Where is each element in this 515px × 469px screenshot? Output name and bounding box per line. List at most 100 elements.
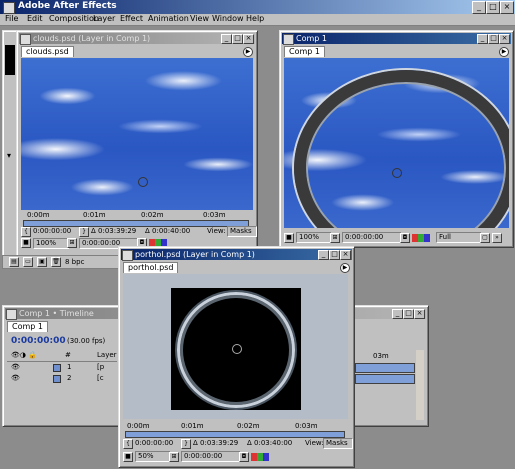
tab-comp-1[interactable]: Comp 1	[284, 46, 325, 57]
current-time-field[interactable]: 0:00:00:00	[181, 451, 241, 462]
clouds-layer-window[interactable]: clouds.psd (Layer in Comp 1) _ □ × cloud…	[16, 30, 258, 258]
window-icon	[20, 34, 31, 45]
bit-depth-label[interactable]: 8 bpc	[65, 258, 84, 266]
comp-maximize-button[interactable]: □	[488, 34, 499, 44]
view-label: View:	[305, 439, 324, 447]
set-in-point-icon[interactable]: {	[21, 227, 31, 237]
zoom-select[interactable]: 100%	[296, 232, 332, 243]
snapshot-icon[interactable]: ◘	[239, 452, 249, 462]
porthole-layer-image	[171, 288, 301, 410]
zoom-select[interactable]: 100%	[33, 238, 69, 249]
menu-view[interactable]: View	[190, 14, 209, 23]
interpret-footage-icon[interactable]: ▤	[9, 257, 19, 267]
color-channels-icon[interactable]	[251, 453, 269, 461]
maximize-button[interactable]: □	[486, 1, 500, 14]
visibility-eye-icon[interactable]: 👁	[11, 374, 20, 382]
timeline-current-time[interactable]: 0:00:00:00	[11, 336, 66, 346]
layer-duration-bar[interactable]	[355, 374, 415, 384]
snapshot-icon[interactable]: ◘	[400, 233, 410, 243]
current-time-field[interactable]: 0:00:00:00	[342, 232, 402, 243]
new-comp-icon[interactable]: ▣	[37, 257, 47, 267]
porthole-layer-window[interactable]: porthol.psd (Layer in Comp 1) _ □ × port…	[118, 246, 355, 468]
new-folder-icon[interactable]: ▭	[23, 257, 33, 267]
menu-layer[interactable]: Layer	[93, 14, 115, 23]
timeline-minimize-button[interactable]: _	[392, 309, 403, 319]
panel-menu-arrow-icon[interactable]: ▶	[499, 47, 509, 57]
anchor-point-icon[interactable]	[138, 177, 148, 187]
set-out-point-icon[interactable]: }	[181, 439, 191, 449]
triangle-down-icon[interactable]: ▾	[7, 151, 11, 160]
view-label: View:	[207, 227, 226, 235]
color-channels-icon[interactable]	[412, 234, 430, 242]
close-button[interactable]: ×	[500, 1, 514, 14]
comp-minimize-button[interactable]: _	[477, 34, 488, 44]
table-row[interactable]: 👁 1 [p	[7, 362, 117, 372]
ruler-label: 0:01m	[83, 211, 106, 219]
porthole-viewer[interactable]	[123, 274, 348, 419]
region-of-interest-icon[interactable]: ⊞	[67, 238, 77, 248]
menu-animation[interactable]: Animation	[148, 14, 189, 23]
project-footer: ▤ ▭ ▣ 🗑 8 bpc	[2, 255, 122, 269]
visibility-eye-icon[interactable]: 👁	[11, 363, 20, 371]
layer-number: 1	[67, 363, 72, 371]
project-thumbnail	[5, 45, 15, 75]
timeline-close-button[interactable]: ×	[414, 309, 425, 319]
after-effects-app-icon	[3, 2, 15, 14]
comp-close-button[interactable]: ×	[499, 34, 510, 44]
always-preview-icon[interactable]: ■	[21, 238, 31, 248]
comp-window[interactable]: Comp 1 _ □ × Comp 1 ▶ ■ 100% ⊞ 0:00:00:0…	[279, 30, 514, 248]
work-area-bar[interactable]	[23, 220, 249, 227]
set-in-point-icon[interactable]: {	[123, 439, 133, 449]
menu-composition[interactable]: Composition	[49, 14, 99, 23]
tab-timeline-comp-1[interactable]: Comp 1	[7, 321, 48, 332]
layer-name[interactable]: [c	[97, 374, 104, 382]
region-of-interest-icon[interactable]: ⊞	[169, 452, 179, 462]
clouds-minimize-button[interactable]: _	[221, 34, 232, 44]
menu-bar: File Edit Composition Layer Effect Anima…	[0, 14, 515, 26]
layer-name[interactable]: [p	[97, 363, 104, 371]
app-title-bar: Adobe After Effects _ □ ×	[0, 0, 515, 14]
table-row[interactable]: 👁 2 [c	[7, 373, 117, 383]
in-point-time: 0:00:00:00	[135, 439, 174, 447]
ruler-label: 0:03m	[295, 422, 318, 430]
comp-viewer[interactable]	[284, 58, 509, 228]
anchor-point-icon[interactable]	[232, 344, 242, 354]
work-area-bar[interactable]	[125, 431, 345, 438]
panel-menu-arrow-icon[interactable]: ▶	[243, 47, 253, 57]
anchor-point-icon[interactable]	[392, 168, 402, 178]
camera-view-icon[interactable]: ▢	[480, 233, 490, 243]
fast-preview-icon[interactable]: »	[492, 233, 502, 243]
minimize-button[interactable]: _	[472, 1, 486, 14]
menu-edit[interactable]: Edit	[27, 14, 43, 23]
tab-porthole[interactable]: porthol.psd	[123, 262, 179, 273]
layer-label-color-icon[interactable]	[53, 375, 61, 383]
resolution-select[interactable]: Full	[436, 232, 482, 243]
menu-window[interactable]: Window	[212, 14, 244, 23]
tab-clouds[interactable]: clouds.psd	[21, 46, 74, 57]
layer-duration-bar[interactable]	[355, 363, 415, 373]
porthole-maximize-button[interactable]: □	[329, 250, 340, 260]
view-select[interactable]: Masks	[323, 438, 353, 449]
timeline-maximize-button[interactable]: □	[403, 309, 414, 319]
porthole-minimize-button[interactable]: _	[318, 250, 329, 260]
time-ruler[interactable]: 0:00m 0:01m 0:02m 0:03m	[123, 422, 348, 430]
always-preview-icon[interactable]: ■	[123, 452, 133, 462]
clouds-close-button[interactable]: ×	[243, 34, 254, 44]
tab-comp-label: Comp 1	[289, 47, 320, 56]
region-of-interest-icon[interactable]: ⊞	[330, 233, 340, 243]
view-select[interactable]: Masks	[227, 226, 257, 237]
menu-file[interactable]: File	[5, 14, 18, 23]
time-ruler[interactable]: 0:00m 0:01m 0:02m 0:03m	[21, 211, 253, 219]
timeline-scrollbar[interactable]	[416, 350, 424, 420]
always-preview-icon[interactable]: ■	[284, 233, 294, 243]
ruler-label: 0:02m	[141, 211, 164, 219]
panel-menu-arrow-icon[interactable]: ▶	[340, 263, 350, 273]
menu-help[interactable]: Help	[246, 14, 264, 23]
clouds-maximize-button[interactable]: □	[232, 34, 243, 44]
zoom-select[interactable]: 50%	[135, 451, 171, 462]
porthole-close-button[interactable]: ×	[340, 250, 351, 260]
trash-icon[interactable]: 🗑	[51, 257, 61, 267]
menu-effect[interactable]: Effect	[120, 14, 143, 23]
set-out-point-icon[interactable]: }	[79, 227, 89, 237]
layer-label-color-icon[interactable]	[53, 364, 61, 372]
